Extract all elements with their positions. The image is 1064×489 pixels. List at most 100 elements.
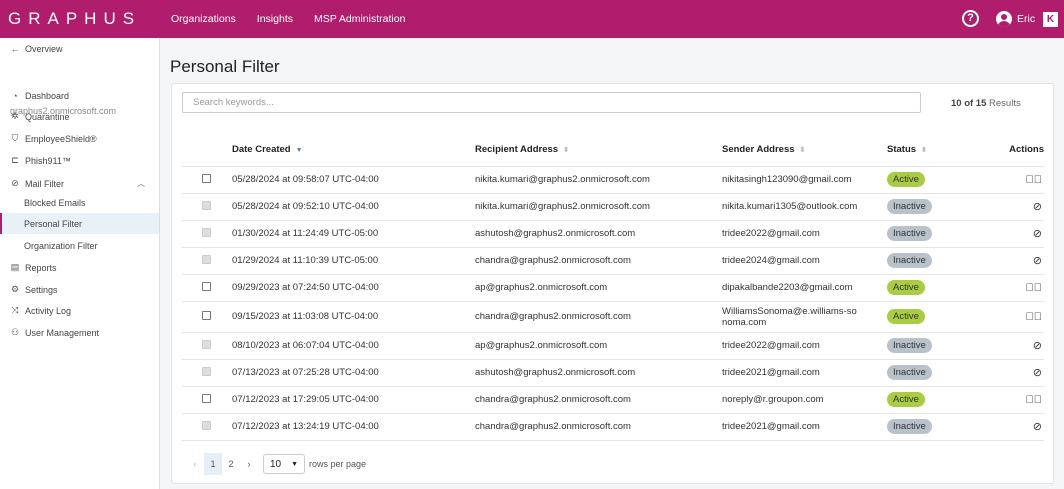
recipient-address: ap@graphus2.onmicrosoft.com (475, 274, 722, 302)
table-row: 01/29/2024 at 11:10:39 UTC-05:00 chandra… (182, 247, 1044, 275)
sender-address-text: WilliamsSonoma@e.williams-sonoma.com (722, 305, 857, 328)
user-name[interactable]: Eric (1017, 13, 1035, 25)
header-date-created[interactable]: Date Created ▼ (232, 134, 475, 167)
status-cell: Active (887, 274, 987, 302)
block-icon[interactable]: ⊘ (987, 359, 1044, 387)
page-2-button[interactable]: 2 (222, 453, 240, 475)
row-select-cell (182, 359, 232, 387)
row-checkbox[interactable] (202, 281, 211, 291)
recipient-address: chandra@graphus2.onmicrosoft.com (475, 301, 722, 333)
sender-address: tridee2022@gmail.com (722, 220, 887, 248)
row-select-cell (182, 193, 232, 221)
status-cell: Inactive (887, 220, 987, 248)
sidebar-item-personal-filter[interactable]: Personal Filter (0, 213, 159, 234)
select-header (182, 134, 232, 167)
sender-address: tridee2022@gmail.com (722, 332, 887, 360)
row-select-cell (182, 301, 232, 333)
user-avatar-icon[interactable] (996, 11, 1012, 27)
nav-organizations[interactable]: Organizations (171, 13, 236, 25)
next-page-button[interactable]: › (240, 453, 258, 475)
sender-address: nikitasingh123090@gmail.com (722, 166, 887, 194)
sidebar-item-blocked-emails[interactable]: Blocked Emails (0, 192, 159, 213)
recipient-address: chandra@graphus2.onmicrosoft.com (475, 386, 722, 414)
sidebar-item-employeeshield[interactable]: ⛉ EmployeeShield® (0, 128, 159, 149)
sidebar-item-label: Dashboard (25, 90, 70, 101)
status-badge: Active (887, 172, 925, 187)
sidebar-item-dashboard[interactable]: ◔ Dashboard (0, 85, 159, 106)
date-created: 01/30/2024 at 11:24:49 UTC-05:00 (232, 220, 475, 248)
recipient-address: nikita.kumari@graphus2.onmicrosoft.com (475, 193, 722, 221)
recipient-address: nikita.kumari@graphus2.onmicrosoft.com (475, 166, 722, 194)
sidebar-item-label: Phish911™ (25, 155, 71, 166)
recipient-address: ashutosh@graphus2.onmicrosoft.com (475, 359, 722, 387)
header-status[interactable]: Status ⬍ (887, 134, 987, 167)
date-created: 05/28/2024 at 09:58:07 UTC-04:00 (232, 166, 475, 194)
page-1-button[interactable]: 1 (204, 453, 222, 475)
virus-icon: ✲ (11, 111, 19, 121)
sidebar-item-label: Personal Filter (24, 218, 83, 229)
sender-address-text: nikita.kumari1305@outlook.com (722, 201, 858, 212)
sidebar-item-label: Quarantine (25, 111, 70, 122)
sidebar-item-phish911[interactable]: ⊏ Phish911™ (0, 150, 159, 171)
header-recipient[interactable]: Recipient Address ⬍ (475, 134, 722, 167)
row-checkbox[interactable] (202, 310, 211, 320)
rows-per-page-value: 10 (270, 458, 282, 470)
check-circle-icon[interactable]: ✓⃝ (987, 166, 1044, 194)
block-icon[interactable]: ⊘ (987, 413, 1044, 441)
sort-icon[interactable]: ⬍ (563, 147, 569, 154)
chevron-up-icon: ︿ (137, 179, 145, 188)
sort-desc-icon[interactable]: ▼ (296, 147, 303, 154)
header-label: Recipient Address (475, 144, 559, 156)
date-created: 01/29/2024 at 11:10:39 UTC-05:00 (232, 247, 475, 275)
row-select-cell (182, 332, 232, 360)
sidebar-item-user-management[interactable]: ⚇ User Management (0, 322, 159, 343)
graphus-logo[interactable]: GRAPHUS (8, 9, 141, 29)
sender-address: tridee2021@gmail.com (722, 359, 887, 387)
filter-table: Date Created ▼ Recipient Address ⬍ Sender … (182, 134, 1044, 441)
search-input[interactable] (182, 92, 921, 113)
sidebar-item-reports[interactable]: ▤ Reports (0, 257, 159, 278)
table-row: 07/12/2023 at 13:24:19 UTC-04:00 chandra… (182, 413, 1044, 441)
check-circle-icon[interactable]: ✓⃝ (987, 386, 1044, 414)
prev-page-button[interactable]: ‹ (186, 453, 204, 475)
sort-icon[interactable]: ⬍ (921, 147, 927, 154)
sidebar-item-label: Overview (25, 43, 63, 54)
sidebar-item-organization-filter[interactable]: Organization Filter (0, 235, 159, 256)
block-icon: ⊘ (11, 178, 19, 188)
date-created: 05/28/2024 at 09:52:10 UTC-04:00 (232, 193, 475, 221)
date-created: 07/12/2023 at 17:29:05 UTC-04:00 (232, 386, 475, 414)
row-checkbox (202, 420, 211, 430)
sidebar-item-settings[interactable]: ⚙ Settings (0, 279, 159, 300)
block-icon[interactable]: ⊘ (987, 220, 1044, 248)
check-circle-icon[interactable]: ✓⃝ (987, 301, 1044, 333)
sender-address: tridee2024@gmail.com (722, 247, 887, 275)
kaseya-icon[interactable]: K (1043, 12, 1058, 27)
megaphone-icon: ⊏ (11, 155, 19, 165)
nav-msp-administration[interactable]: MSP Administration (314, 13, 405, 25)
sidebar-item-label: EmployeeShield® (25, 133, 97, 144)
nav-insights[interactable]: Insights (257, 13, 293, 25)
sidebar-item-activity-log[interactable]: ⤨ Activity Log (0, 300, 159, 321)
header-sender[interactable]: Sender Address ⬍ (722, 134, 887, 167)
gauge-icon: ◔ (12, 90, 18, 101)
sidebar-item-quarantine[interactable]: ✲ Quarantine (0, 106, 159, 127)
row-checkbox[interactable] (202, 393, 211, 403)
caret-down-icon: ▼ (291, 460, 298, 468)
rows-per-page-select[interactable]: 10 ▼ (263, 454, 305, 474)
sender-address-text: tridee2021@gmail.com (722, 421, 820, 432)
check-circle-icon[interactable]: ✓⃝ (987, 274, 1044, 302)
header-label: Sender Address (722, 144, 795, 156)
block-icon[interactable]: ⊘ (987, 193, 1044, 221)
row-checkbox (202, 254, 211, 264)
block-icon[interactable]: ⊘ (987, 332, 1044, 360)
block-icon[interactable]: ⊘ (987, 247, 1044, 275)
status-cell: Active (887, 301, 987, 333)
date-created: 09/15/2023 at 11:03:08 UTC-04:00 (232, 301, 475, 333)
sender-address-text: dipakalbande2203@gmail.com (722, 282, 853, 293)
sidebar-item-mail-filter[interactable]: ⊘ Mail Filter ︿ (0, 173, 159, 194)
sidebar-back-overview[interactable]: ← Overview (0, 38, 159, 59)
help-icon[interactable]: ? (962, 10, 979, 27)
row-checkbox[interactable] (202, 173, 211, 183)
sort-icon[interactable]: ⬍ (800, 147, 806, 154)
status-badge: Inactive (887, 199, 932, 214)
